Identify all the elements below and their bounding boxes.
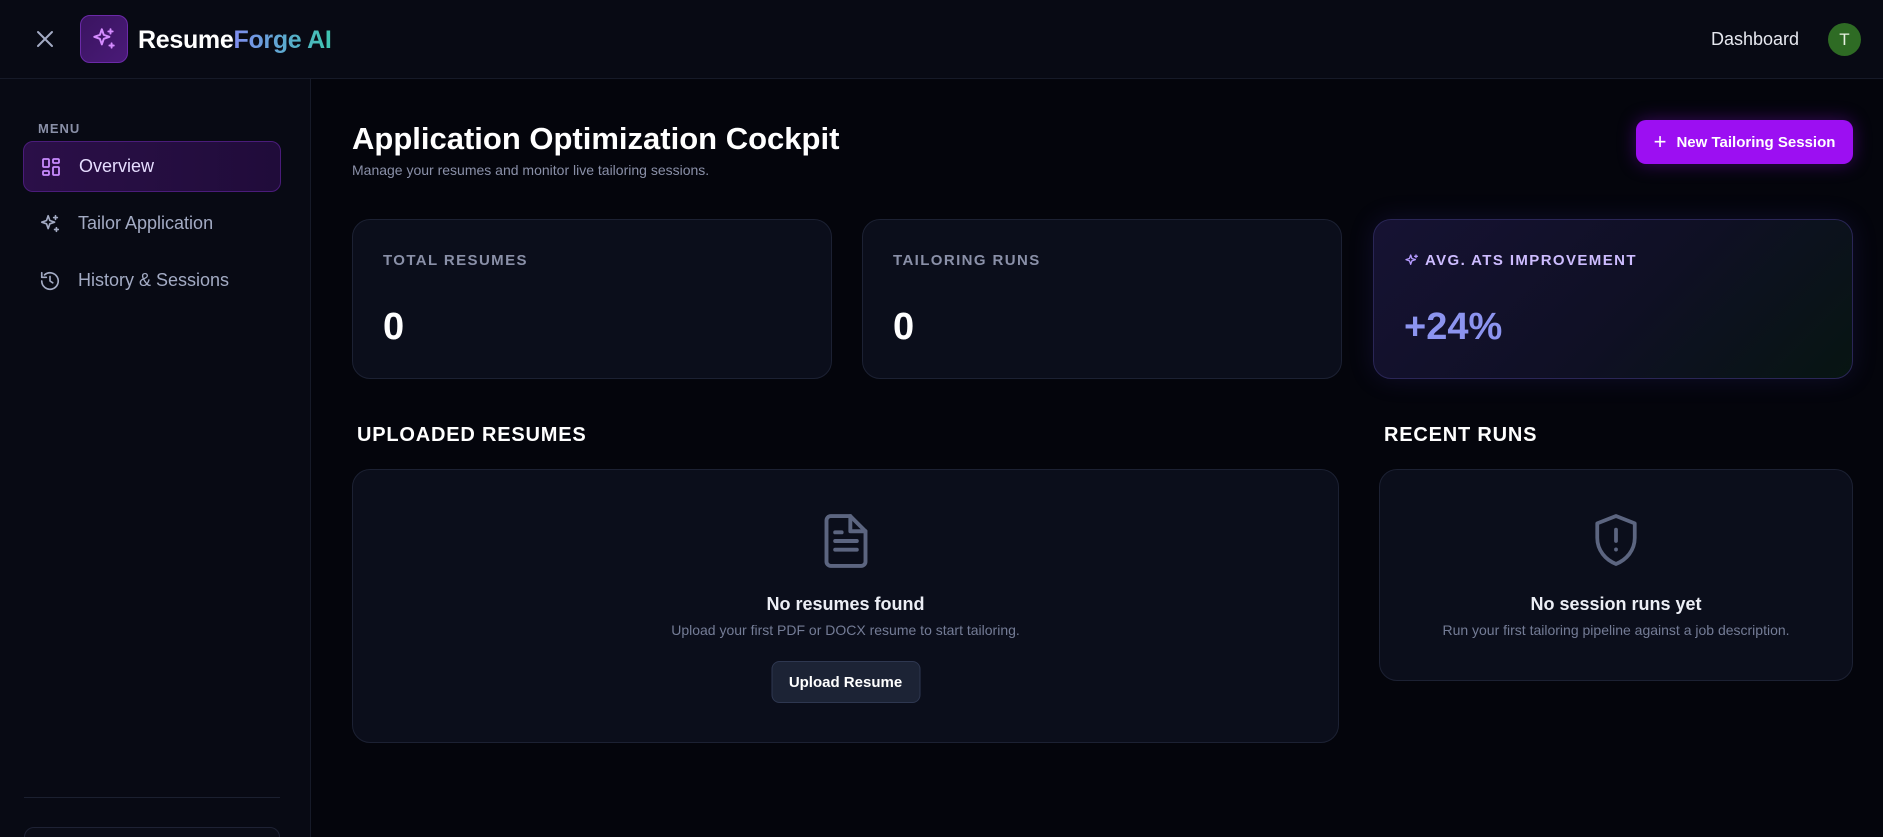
layout-grid-icon bbox=[40, 156, 62, 178]
nav-dashboard-link[interactable]: Dashboard bbox=[1711, 29, 1799, 50]
brand-name-part2: Forge AI bbox=[233, 26, 332, 54]
empty-state-title: No resumes found bbox=[766, 594, 925, 614]
empty-state-title: No session runs yet bbox=[1530, 594, 1702, 614]
history-icon bbox=[39, 270, 61, 292]
logo-sparkles-icon bbox=[80, 15, 128, 63]
section-title-uploaded-resumes: UPLOADED RESUMES bbox=[357, 424, 587, 446]
stat-value: 0 bbox=[383, 306, 405, 348]
stat-value: 0 bbox=[893, 306, 915, 348]
sidebar-footer-card bbox=[24, 827, 280, 837]
sidebar-item-label: History & Sessions bbox=[78, 270, 230, 290]
sidebar-item-tailor-application[interactable]: Tailor Application bbox=[23, 198, 281, 249]
menu-label: MENU bbox=[38, 121, 81, 136]
stat-card-tailoring-runs: TAILORING RUNS 0 bbox=[862, 219, 1342, 379]
stat-label-ats: AVG. ATS IMPROVEMENT bbox=[1404, 252, 1637, 269]
plus-icon: + bbox=[1653, 129, 1667, 154]
upload-resume-button[interactable]: Upload Resume bbox=[771, 661, 920, 703]
top-bar: ResumeForge AI Dashboard T bbox=[0, 0, 1883, 79]
stat-label: TAILORING RUNS bbox=[893, 252, 1041, 269]
stat-label: TOTAL RESUMES bbox=[383, 252, 528, 269]
section-title-recent-runs: RECENT RUNS bbox=[1384, 424, 1538, 446]
page-subtitle: Manage your resumes and monitor live tai… bbox=[352, 162, 710, 178]
sidebar-divider bbox=[24, 797, 280, 798]
sidebar: MENU Overview Tailor Application History… bbox=[0, 79, 311, 837]
sidebar-item-label: Tailor Application bbox=[78, 213, 214, 233]
sparkles-icon bbox=[1404, 253, 1420, 269]
stat-card-total-resumes: TOTAL RESUMES 0 bbox=[352, 219, 832, 379]
brand-name: ResumeForge AI bbox=[138, 26, 332, 55]
close-icon[interactable] bbox=[32, 26, 58, 52]
uploaded-resumes-panel: No resumes found Upload your first PDF o… bbox=[352, 469, 1339, 743]
new-tailoring-session-button[interactable]: + New Tailoring Session bbox=[1636, 120, 1853, 164]
sidebar-item-overview[interactable]: Overview bbox=[23, 141, 281, 192]
recent-runs-panel: No session runs yet Run your first tailo… bbox=[1379, 469, 1853, 681]
shield-alert-icon bbox=[1591, 512, 1641, 573]
new-tailoring-session-label: New Tailoring Session bbox=[1676, 133, 1836, 151]
stat-card-avg-ats-improvement: AVG. ATS IMPROVEMENT +24% bbox=[1373, 219, 1853, 379]
sidebar-item-label: Overview bbox=[79, 156, 155, 176]
brand-name-part1: Resume bbox=[138, 26, 234, 54]
page-title: Application Optimization Cockpit bbox=[352, 121, 840, 156]
stat-label-text: AVG. ATS IMPROVEMENT bbox=[1425, 252, 1637, 269]
empty-state-description: Run your first tailoring pipeline agains… bbox=[1442, 622, 1790, 638]
sidebar-item-history-sessions[interactable]: History & Sessions bbox=[23, 255, 281, 306]
file-text-icon bbox=[820, 512, 872, 575]
empty-state-description: Upload your first PDF or DOCX resume to … bbox=[671, 622, 1020, 638]
stat-value: +24% bbox=[1404, 306, 1503, 348]
avatar[interactable]: T bbox=[1828, 23, 1861, 56]
sparkles-icon bbox=[39, 213, 61, 235]
